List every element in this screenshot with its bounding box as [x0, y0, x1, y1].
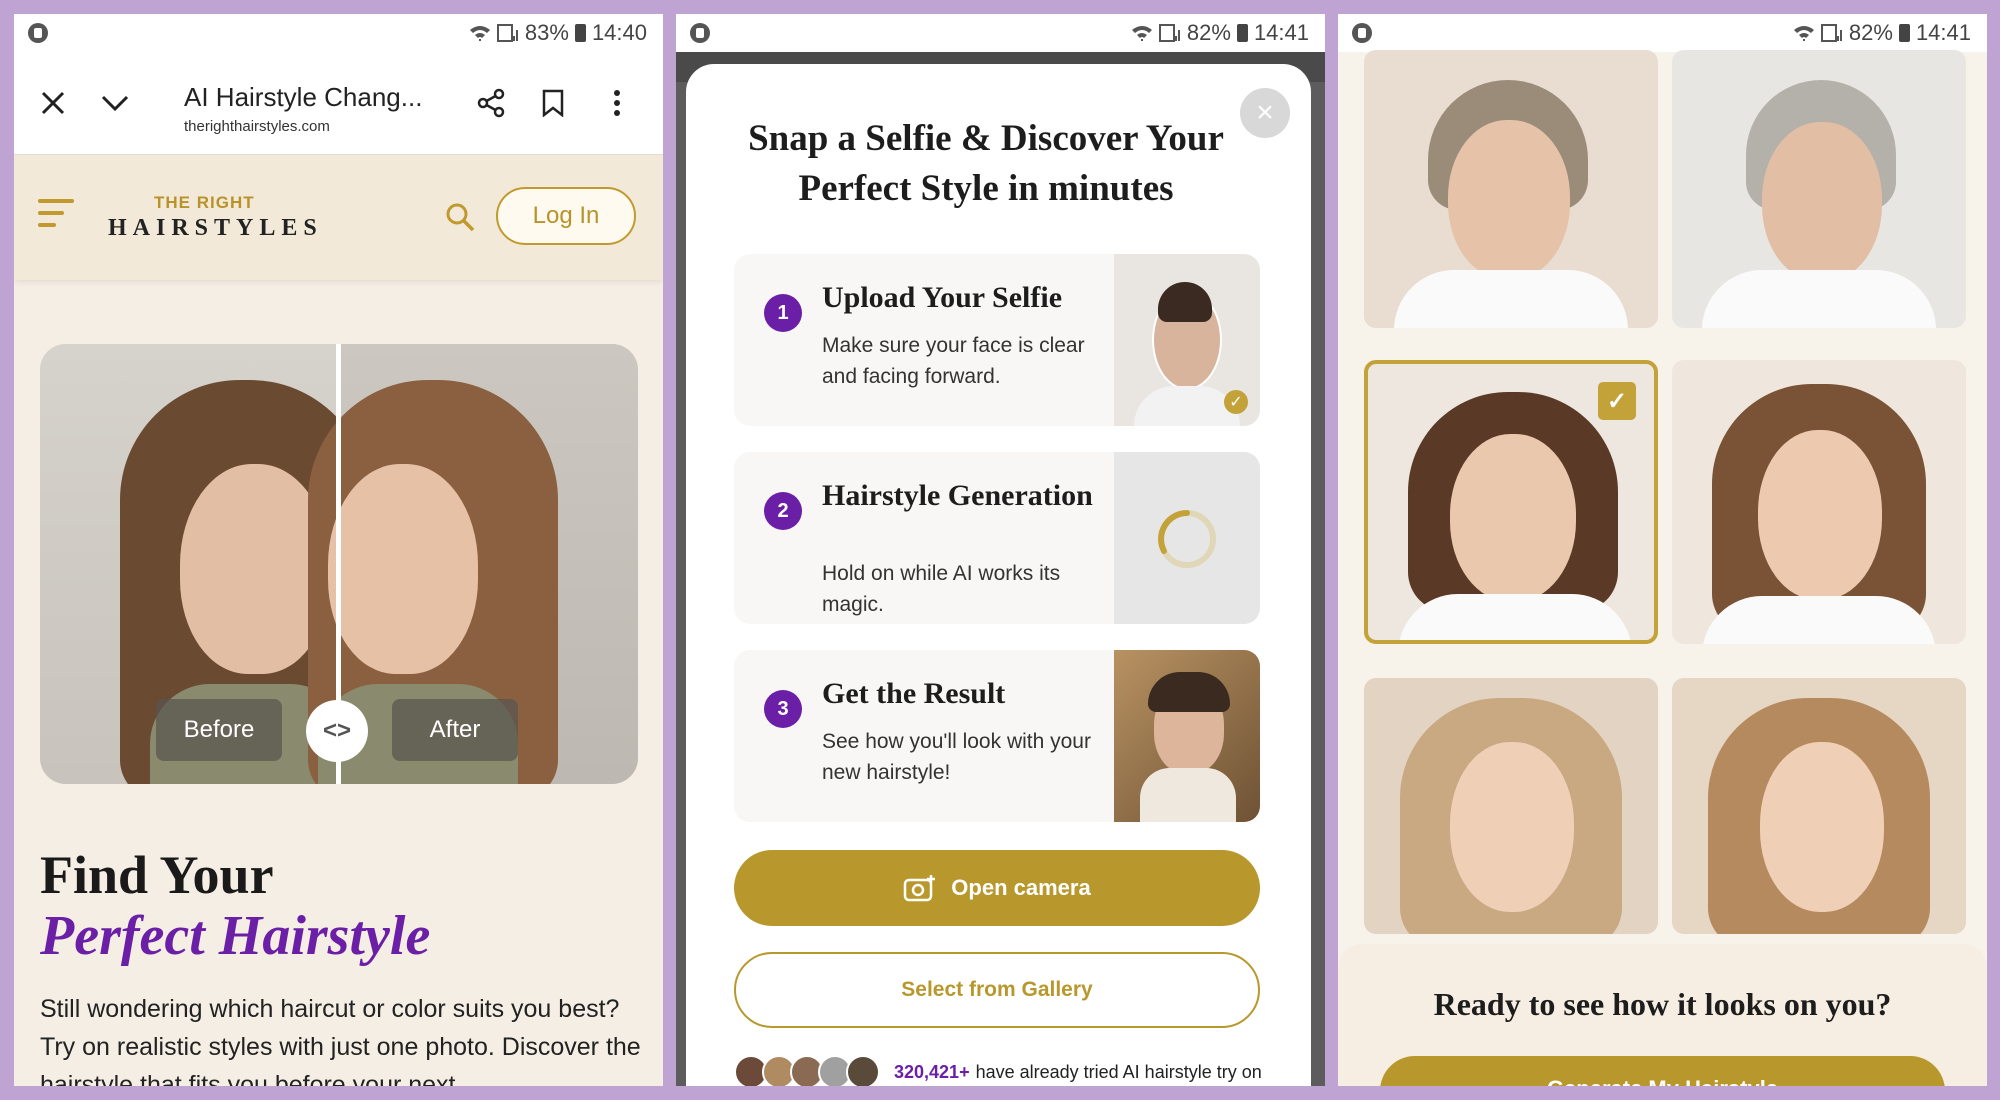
more-vertical-icon[interactable] [600, 86, 634, 120]
battery-percent: 83% [524, 20, 569, 45]
user-avatars [734, 1055, 880, 1086]
before-label: Before [156, 699, 282, 761]
signal-icon [1158, 24, 1180, 42]
hairstyle-option[interactable] [1672, 50, 1966, 328]
search-icon[interactable] [444, 201, 476, 233]
clock: 14:41 [1253, 20, 1309, 45]
social-proof: 320,421+ have already tried AI hairstyle… [734, 1054, 1294, 1086]
step-title: Get the Result [822, 677, 1006, 710]
page-title: AI Hairstyle Chang... [184, 82, 423, 112]
step-title: Upload Your Selfie [822, 281, 1063, 314]
hairstyle-option[interactable] [1672, 360, 1966, 644]
result-thumbnail [1114, 650, 1260, 822]
step-description: Make sure your face is clear and facing … [822, 334, 1085, 388]
social-text: have already tried AI hairstyle try on [975, 1061, 1262, 1082]
status-bar: 82% 14:41 [1338, 14, 1987, 52]
status-bar: 82% 14:41 [676, 14, 1325, 52]
battery-icon [1898, 24, 1910, 42]
check-icon: ✓ [1224, 390, 1248, 414]
step-hairstyle-generation: 2 Hairstyle Generation Hold on while AI … [734, 452, 1260, 624]
site-header: THE RIGHT HAIRSTYLES Log In [14, 155, 663, 280]
battery-percent: 82% [1848, 20, 1893, 45]
cta-heading: Ready to see how it looks on you? [1433, 986, 1892, 1022]
hairstyle-option[interactable] [1672, 678, 1966, 934]
spinner-icon [1158, 510, 1216, 568]
signal-icon [1820, 24, 1842, 42]
slider-handle-icon[interactable]: <> [306, 700, 368, 762]
logo-main[interactable]: HAIRSTYLES [108, 215, 323, 242]
step-title: Hairstyle Generation [822, 479, 1093, 512]
open-camera-label: Open camera [951, 875, 1091, 900]
phone-screen-3: 82% 14:41 ✓ Ready to see how it looks on… [1338, 14, 1987, 1086]
before-after-slider[interactable]: Before After <> [40, 344, 638, 784]
wifi-icon [1131, 26, 1152, 41]
upload-modal: × Snap a Selfie & Discover Your Perfect … [686, 64, 1311, 1086]
step-upload-selfie: 1 Upload Your Selfie Make sure your face… [734, 254, 1260, 426]
browser-toolbar: AI Hairstyle Chang... therighthairstyles… [14, 52, 663, 155]
login-button[interactable]: Log In [496, 187, 636, 245]
hero-description: Still wondering which haircut or color s… [40, 995, 641, 1086]
hero-heading-line1: Find Your [40, 845, 274, 905]
step-description: See how you'll look with your new hairst… [822, 730, 1091, 784]
signal-icon [496, 24, 518, 42]
notification-icon [1352, 23, 1372, 43]
hairstyle-option[interactable] [1364, 678, 1658, 934]
notification-icon [28, 23, 48, 43]
hero-heading-line2: Perfect Hairstyle [40, 905, 431, 967]
step-number: 2 [764, 492, 802, 530]
modal-title: Snap a Selfie & Discover Your Perfect St… [748, 118, 1224, 209]
step-number: 3 [764, 690, 802, 728]
loading-thumbnail [1114, 452, 1260, 624]
phone-screen-1: 83% 14:40 AI Hairstyle Chang... theright… [14, 14, 663, 1086]
hairstyle-option-selected[interactable]: ✓ [1364, 360, 1658, 644]
close-icon[interactable] [36, 86, 70, 120]
clock: 14:40 [591, 20, 647, 45]
open-camera-button[interactable]: Open camera [734, 850, 1260, 926]
battery-icon [1236, 24, 1248, 42]
select-gallery-button[interactable]: Select from Gallery [734, 952, 1260, 1028]
step-get-result: 3 Get the Result See how you'll look wit… [734, 650, 1260, 822]
user-count: 320,421+ [894, 1061, 970, 1082]
step-number: 1 [764, 294, 802, 332]
page-url[interactable]: therighthairstyles.com [184, 118, 330, 135]
logo-top: THE RIGHT [154, 193, 255, 212]
phone-screen-2: 82% 14:41 × Snap a Selfie & Discover You… [676, 14, 1325, 1086]
step-description: Hold on while AI works its magic. [822, 562, 1061, 616]
generate-hairstyle-button[interactable]: Generate My Hairstyle [1380, 1056, 1945, 1086]
close-icon[interactable]: × [1240, 88, 1290, 138]
check-icon: ✓ [1598, 382, 1636, 420]
share-icon[interactable] [474, 86, 508, 120]
after-label: After [392, 699, 518, 761]
bookmark-icon[interactable] [536, 86, 570, 120]
battery-percent: 82% [1186, 20, 1231, 45]
status-bar: 83% 14:40 [14, 14, 663, 52]
clock: 14:41 [1915, 20, 1971, 45]
camera-plus-icon [904, 875, 936, 902]
hairstyle-option[interactable] [1364, 50, 1658, 328]
wifi-icon [469, 26, 490, 41]
menu-icon[interactable] [38, 199, 74, 235]
avatar [846, 1055, 880, 1086]
selfie-thumbnail: ✓ [1114, 254, 1260, 426]
battery-icon [574, 24, 586, 42]
cta-panel: Ready to see how it looks on you? Genera… [1338, 944, 1987, 1086]
notification-icon [690, 23, 710, 43]
chevron-down-icon[interactable] [98, 86, 132, 120]
wifi-icon [1793, 26, 1814, 41]
